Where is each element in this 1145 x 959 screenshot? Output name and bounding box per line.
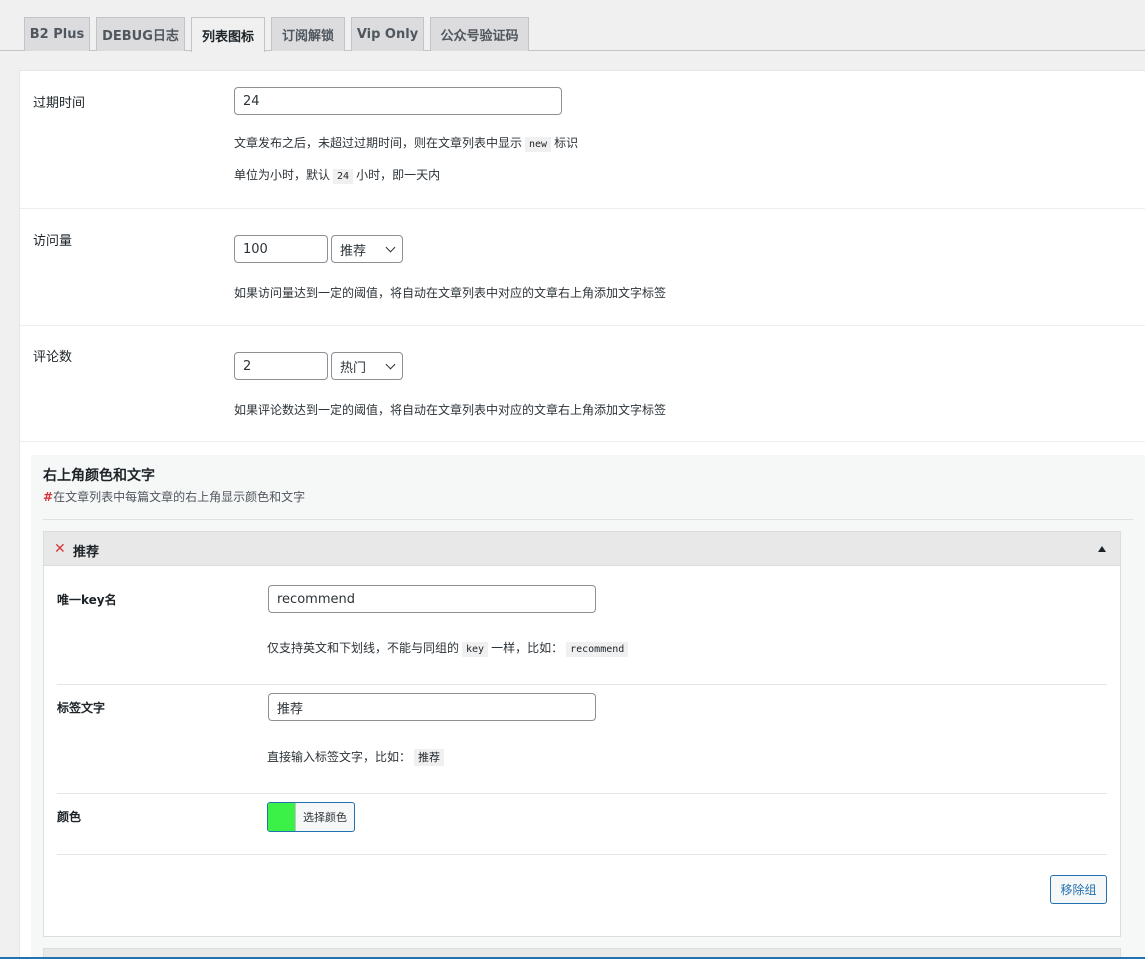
- tab-wechat-code[interactable]: 公众号验证码: [430, 17, 529, 51]
- views-desc: 如果访问量达到一定的阈值，将自动在文章列表中对应的文章右上角添加文字标签: [234, 286, 667, 300]
- views-label: 访问量: [33, 234, 73, 249]
- comments-row: 评论数 热门 如果评论数达到一定的阈值，将自动在文章列表中对应的文章右上角添加文…: [20, 326, 1145, 442]
- close-icon[interactable]: ✕: [54, 541, 66, 557]
- tab-b2-plus[interactable]: B2 Plus: [24, 17, 90, 51]
- expire-desc-2-code: 24: [333, 169, 354, 184]
- tab-debug-log[interactable]: DEBUG日志: [96, 17, 185, 51]
- expire-input[interactable]: [234, 87, 562, 115]
- tab-label: 公众号验证码: [440, 29, 519, 44]
- expire-label: 过期时间: [33, 96, 86, 111]
- expire-desc-1-suffix: 标识: [554, 136, 579, 150]
- chevron-down-icon: [385, 242, 396, 252]
- tab-label: 列表图标: [201, 29, 254, 45]
- key-desc-text: 仅支持英文和下划线，不能与同组的: [267, 641, 460, 655]
- expire-row: 过期时间 文章发布之后，未超过过期时间，则在文章列表中显示new标识 单位为小时…: [20, 71, 1145, 209]
- expire-desc-1-text: 文章发布之后，未超过过期时间，则在文章列表中显示: [234, 136, 523, 150]
- expire-desc-2: 单位为小时，默认 24 小时，即一天内: [234, 166, 441, 184]
- key-label: 唯一key名: [57, 593, 117, 607]
- corner-tag-group: 右上角颜色和文字 #在文章列表中每篇文章的右上角显示颜色和文字 ✕ 推荐 唯一k…: [31, 455, 1145, 959]
- comments-select-value: 热门: [340, 360, 367, 376]
- tag-text-input[interactable]: [268, 693, 596, 721]
- expire-desc-1: 文章发布之后，未超过过期时间，则在文章列表中显示 new 标识: [234, 134, 579, 152]
- divider: [43, 519, 1133, 520]
- remove-group-button[interactable]: 移除组: [1050, 875, 1107, 904]
- hash-mark: #: [43, 490, 54, 504]
- tab-list-icons[interactable]: 列表图标: [191, 17, 265, 52]
- color-label: 颜色: [57, 810, 82, 824]
- tag-text-label: 标签文字: [57, 701, 106, 715]
- tag-text-desc: 直接输入标签文字，比如： 推荐: [267, 748, 447, 766]
- divider: [57, 684, 1107, 685]
- group-subtitle-text: 在文章列表中每篇文章的右上角显示颜色和文字: [53, 490, 306, 504]
- collapse-triangle-icon[interactable]: [1098, 546, 1106, 552]
- comments-label: 评论数: [33, 350, 73, 365]
- group-item-title: 推荐: [73, 545, 100, 560]
- tag-text-desc-text: 直接输入标签文字，比如：: [267, 750, 412, 764]
- divider: [57, 854, 1107, 855]
- group-subtitle: #在文章列表中每篇文章的右上角显示颜色和文字: [43, 488, 305, 505]
- tab-label: B2 Plus: [29, 27, 85, 42]
- expire-desc-2-text: 单位为小时，默认: [234, 168, 331, 182]
- color-picker-button[interactable]: 选择颜色: [267, 802, 355, 832]
- tab-bar: B2 Plus DEBUG日志 列表图标 订阅解锁 Vip Only 公众号验证…: [0, 0, 1145, 52]
- tab-subscribe-unlock[interactable]: 订阅解锁: [271, 17, 345, 51]
- divider: [57, 793, 1107, 794]
- key-desc-mid: 一样，比如：: [491, 641, 564, 655]
- color-picker-label: 选择颜色: [303, 811, 347, 824]
- group-item-card: ✕ 推荐 唯一key名 仅支持英文和下划线，不能与同组的key一样，比如：rec…: [43, 531, 1121, 937]
- views-row: 访问量 推荐 如果访问量达到一定的阈值，将自动在文章列表中对应的文章右上角添加文…: [20, 209, 1145, 326]
- comments-tag-select[interactable]: 热门: [331, 352, 403, 380]
- views-select-value: 推荐: [340, 243, 367, 259]
- tag-text-desc-code: 推荐: [414, 749, 445, 766]
- key-desc-code: key: [462, 642, 489, 657]
- color-swatch: [268, 803, 296, 831]
- group-title: 右上角颜色和文字: [43, 468, 155, 484]
- group-item-header[interactable]: ✕ 推荐: [44, 532, 1120, 566]
- expire-desc-2-suffix: 小时，即一天内: [356, 168, 441, 182]
- expire-desc-1-code: new: [525, 137, 552, 152]
- views-threshold-input[interactable]: [234, 235, 328, 263]
- tab-label: 订阅解锁: [281, 29, 334, 44]
- key-desc-example: recommend: [566, 642, 629, 657]
- views-tag-select[interactable]: 推荐: [331, 235, 403, 263]
- key-desc: 仅支持英文和下划线，不能与同组的 key 一样，比如： recommend: [267, 639, 631, 657]
- tab-label: DEBUG日志: [102, 29, 179, 44]
- comments-desc: 如果评论数达到一定的阈值，将自动在文章列表中对应的文章右上角添加文字标签: [234, 403, 667, 417]
- key-input[interactable]: [268, 585, 596, 613]
- tab-label: Vip Only: [356, 27, 419, 42]
- chevron-down-icon: [385, 359, 396, 369]
- settings-panel: 过期时间 文章发布之后，未超过过期时间，则在文章列表中显示new标识 单位为小时…: [19, 70, 1145, 959]
- tab-vip-only[interactable]: Vip Only: [351, 17, 424, 51]
- comments-threshold-input[interactable]: [234, 352, 328, 380]
